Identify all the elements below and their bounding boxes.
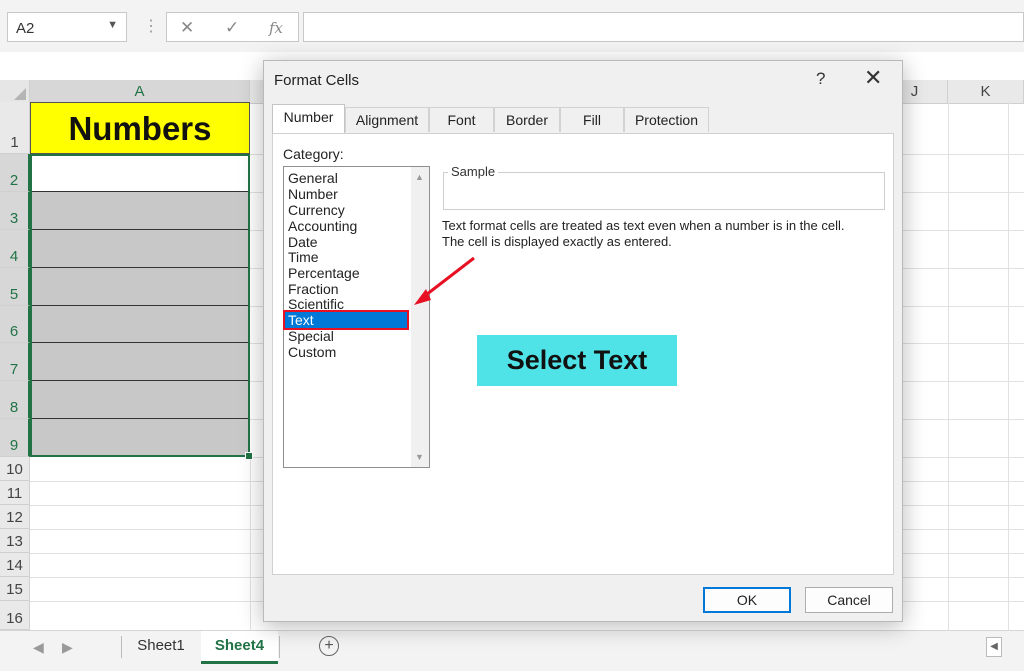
cell-a5[interactable] bbox=[30, 268, 250, 306]
dialog-title: Format Cells bbox=[274, 72, 360, 89]
scroll-up-icon[interactable]: ▲ bbox=[415, 172, 424, 182]
description-line-2: The cell is displayed exactly as entered… bbox=[442, 234, 672, 249]
row-header-3[interactable]: 3 bbox=[0, 192, 30, 230]
row-header-10[interactable]: 10 bbox=[0, 457, 30, 481]
row-header-9[interactable]: 9 bbox=[0, 419, 30, 457]
cell-a8[interactable] bbox=[30, 381, 250, 419]
cell-a1[interactable]: Numbers bbox=[30, 102, 250, 154]
row-header-5[interactable]: 5 bbox=[0, 268, 30, 306]
row-header-2[interactable]: 2 bbox=[0, 154, 30, 192]
category-percentage[interactable]: Percentage bbox=[288, 265, 360, 281]
cell-a2[interactable] bbox=[30, 154, 250, 192]
sample-box bbox=[443, 172, 885, 210]
cell-a6[interactable] bbox=[30, 306, 250, 343]
ok-button[interactable]: OK bbox=[703, 587, 791, 613]
category-custom[interactable]: Custom bbox=[288, 344, 336, 360]
tab-border[interactable]: Border bbox=[494, 107, 560, 132]
enter-icon[interactable]: ✓ bbox=[225, 18, 239, 38]
formula-bar: A2 ▼ ⋮ ✕ ✓ fx bbox=[0, 0, 1024, 52]
chevron-down-icon[interactable]: ▼ bbox=[107, 19, 118, 31]
add-sheet-icon[interactable]: + bbox=[319, 636, 339, 656]
column-header-k[interactable]: K bbox=[948, 80, 1024, 104]
cell-a4[interactable] bbox=[30, 230, 250, 268]
row-header-8[interactable]: 8 bbox=[0, 381, 30, 419]
sheet-tabs-bar: ◀ ▶ Sheet1 Sheet4 + ◀ bbox=[0, 630, 1024, 671]
name-box-value: A2 bbox=[16, 20, 35, 37]
category-listbox[interactable]: General Number Currency Accounting Date … bbox=[283, 166, 430, 468]
cell-a9[interactable] bbox=[30, 419, 250, 457]
row-header-11[interactable]: 11 bbox=[0, 481, 30, 505]
select-all-button[interactable] bbox=[0, 80, 30, 104]
column-header-a[interactable]: A bbox=[30, 80, 250, 104]
tab-alignment[interactable]: Alignment bbox=[345, 107, 429, 132]
row-header-16[interactable]: 16 bbox=[0, 601, 30, 630]
sheet-tab-sheet1[interactable]: Sheet1 bbox=[122, 631, 200, 661]
row-header-14[interactable]: 14 bbox=[0, 553, 30, 577]
category-scientific[interactable]: Scientific bbox=[288, 296, 344, 312]
cell-a3[interactable] bbox=[30, 192, 250, 230]
gridline bbox=[948, 102, 949, 630]
category-label: Category: bbox=[283, 146, 344, 162]
formula-buttons: ✕ ✓ fx bbox=[166, 12, 299, 42]
row-header-1[interactable]: 1 bbox=[0, 102, 30, 154]
gridline bbox=[250, 457, 251, 630]
cell-a7[interactable] bbox=[30, 343, 250, 381]
cancel-button[interactable]: Cancel bbox=[805, 587, 893, 613]
cancel-icon[interactable]: ✕ bbox=[180, 18, 194, 38]
tab-protection[interactable]: Protection bbox=[624, 107, 709, 132]
select-text-callout: Select Text bbox=[477, 335, 677, 386]
category-date[interactable]: Date bbox=[288, 234, 318, 250]
description-line-1: Text format cells are treated as text ev… bbox=[442, 218, 845, 233]
row-header-7[interactable]: 7 bbox=[0, 343, 30, 381]
sample-label: Sample bbox=[448, 164, 499, 179]
category-general[interactable]: General bbox=[288, 170, 338, 186]
category-number[interactable]: Number bbox=[288, 186, 338, 202]
scroll-left-icon[interactable]: ◀ bbox=[986, 637, 1002, 657]
category-scrollbar[interactable]: ▲ ▼ bbox=[411, 167, 429, 467]
prev-sheet-icon[interactable]: ◀ bbox=[33, 639, 44, 656]
tab-number[interactable]: Number bbox=[272, 104, 345, 133]
tab-font[interactable]: Font bbox=[429, 107, 494, 132]
insert-function-icon[interactable]: fx bbox=[269, 19, 283, 37]
next-sheet-icon[interactable]: ▶ bbox=[62, 639, 73, 656]
fill-handle[interactable] bbox=[245, 452, 253, 460]
row-header-4[interactable]: 4 bbox=[0, 230, 30, 268]
gridline bbox=[1008, 102, 1009, 630]
format-description: Text format cells are treated as text ev… bbox=[442, 218, 887, 250]
formula-input[interactable] bbox=[303, 12, 1024, 42]
category-fraction[interactable]: Fraction bbox=[288, 281, 339, 297]
close-icon[interactable]: ✕ bbox=[864, 65, 882, 91]
category-text[interactable]: Text bbox=[283, 310, 409, 330]
scroll-down-icon[interactable]: ▼ bbox=[415, 452, 424, 462]
row-header-13[interactable]: 13 bbox=[0, 529, 30, 553]
tab-divider bbox=[279, 636, 280, 658]
category-special[interactable]: Special bbox=[288, 328, 334, 344]
row-header-15[interactable]: 15 bbox=[0, 577, 30, 601]
row-header-12[interactable]: 12 bbox=[0, 505, 30, 529]
help-icon[interactable]: ? bbox=[816, 69, 825, 89]
row-header-6[interactable]: 6 bbox=[0, 306, 30, 343]
category-currency[interactable]: Currency bbox=[288, 202, 345, 218]
vertical-dots-icon: ⋮ bbox=[143, 18, 159, 35]
category-accounting[interactable]: Accounting bbox=[288, 218, 357, 234]
sheet-tab-sheet4[interactable]: Sheet4 bbox=[201, 631, 278, 664]
category-time[interactable]: Time bbox=[288, 249, 319, 265]
name-box[interactable]: A2 ▼ bbox=[7, 12, 127, 42]
tab-fill[interactable]: Fill bbox=[560, 107, 624, 132]
